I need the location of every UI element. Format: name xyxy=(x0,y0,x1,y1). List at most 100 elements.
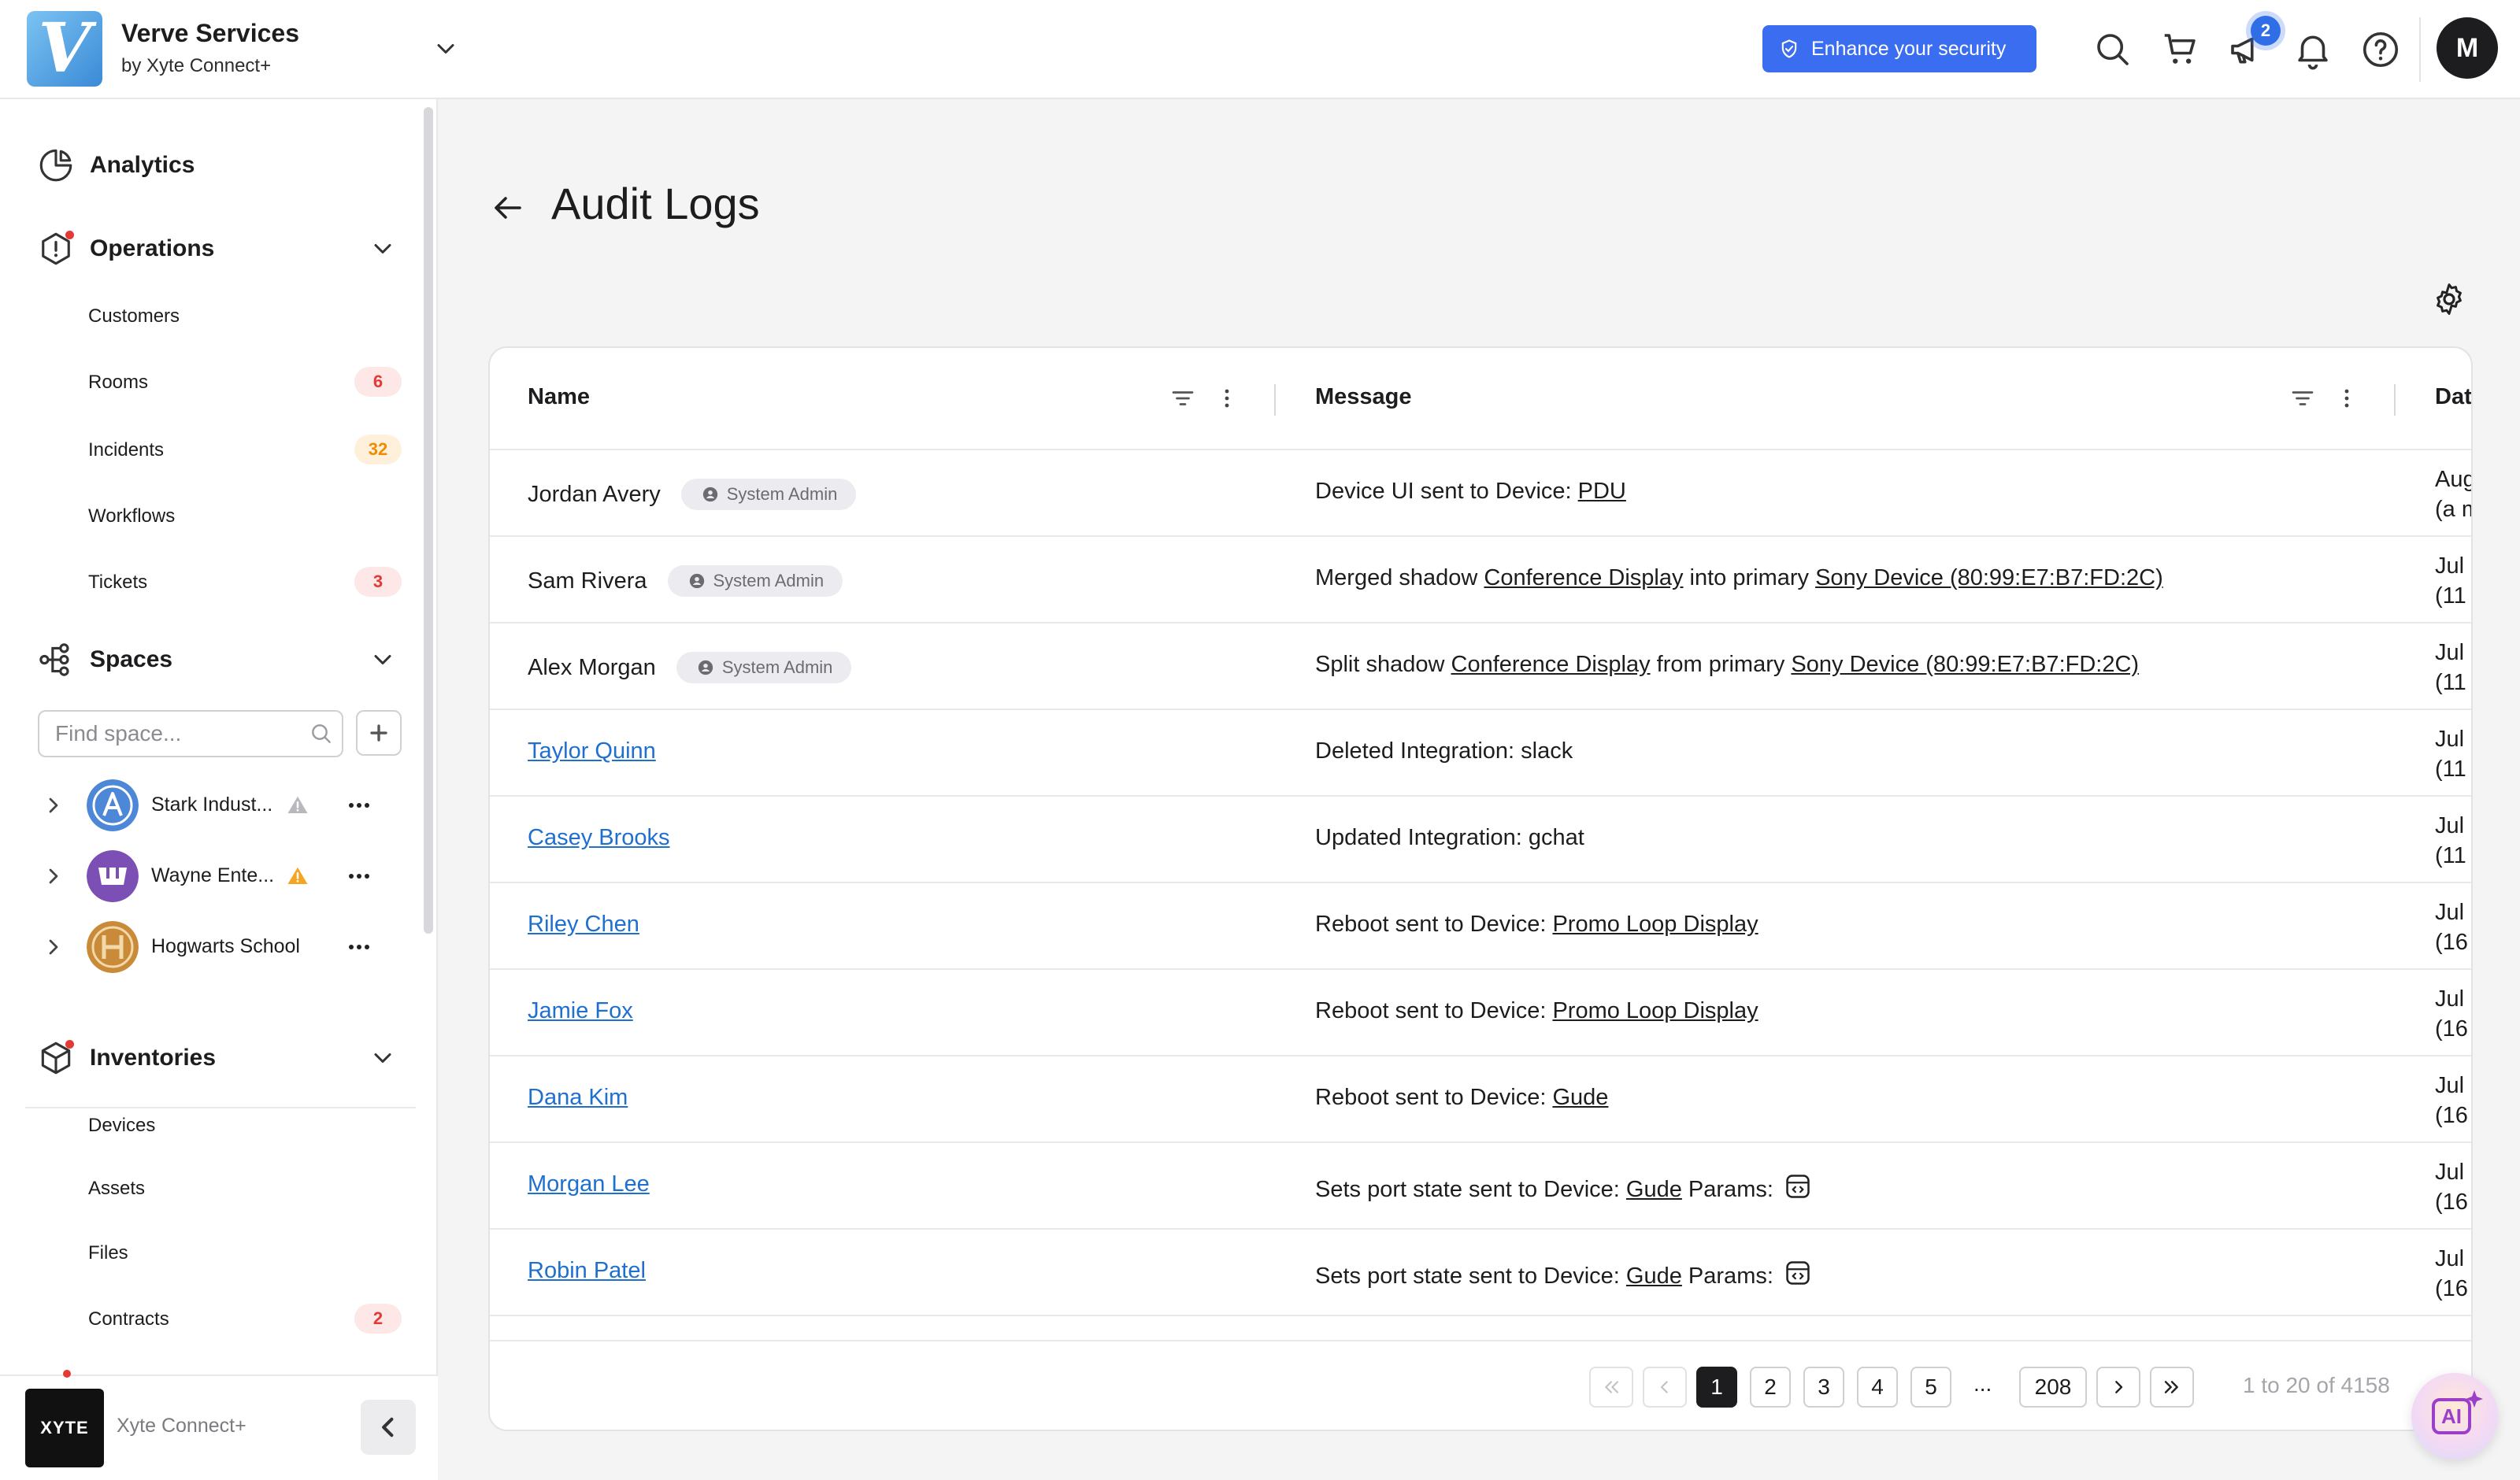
sidebar-item-analytics[interactable]: Analytics xyxy=(36,143,195,187)
bell-icon[interactable] xyxy=(2292,28,2334,71)
org-name[interactable]: Verve Services xyxy=(121,19,299,48)
more-options-icon[interactable] xyxy=(343,935,375,959)
page-button[interactable]: 3 xyxy=(1803,1367,1844,1408)
page-button[interactable]: 2 xyxy=(1750,1367,1791,1408)
expand-chevron-icon[interactable] xyxy=(41,934,66,960)
sidebar-section-spaces[interactable]: Spaces xyxy=(36,638,172,682)
last-page-number-button[interactable]: 208 xyxy=(2019,1367,2087,1408)
device-link[interactable]: Sony Device (80:99:E7:B7:FD:2C) xyxy=(1791,652,2139,678)
space-item[interactable]: Hogwarts School xyxy=(35,919,413,975)
table-row[interactable]: Alex Morgan System Admin Split shadow Conf… xyxy=(490,623,2471,710)
sidebar-item-rooms[interactable]: Rooms xyxy=(88,372,148,394)
ai-assistant-button[interactable]: AI xyxy=(2411,1373,2498,1460)
column-resize-handle[interactable] xyxy=(2394,384,2396,416)
more-options-icon[interactable] xyxy=(343,864,375,888)
column-resize-handle[interactable] xyxy=(1274,384,1276,416)
device-link[interactable]: Gude xyxy=(1552,1085,1608,1111)
page-button[interactable]: 5 xyxy=(1910,1367,1951,1408)
column-header-date[interactable]: Dat xyxy=(2435,384,2471,410)
collapse-sidebar-button[interactable] xyxy=(361,1400,416,1455)
back-arrow-icon[interactable] xyxy=(488,189,526,227)
column-header-message[interactable]: Message xyxy=(1315,384,1412,410)
sidebar-item-workflows[interactable]: Workflows xyxy=(88,505,175,527)
device-link[interactable]: Promo Loop Display xyxy=(1552,912,1758,938)
expand-chevron-icon[interactable] xyxy=(41,864,66,889)
enhance-security-button[interactable]: Enhance your security xyxy=(1762,25,2036,72)
previous-page-button[interactable] xyxy=(1643,1367,1687,1408)
spaces-chevron-icon[interactable] xyxy=(369,646,397,674)
device-link[interactable]: Sony Device (80:99:E7:B7:FD:2C) xyxy=(1815,565,2163,591)
device-link[interactable]: Promo Loop Display xyxy=(1552,998,1758,1024)
user-name-link[interactable]: Morgan Lee xyxy=(528,1171,650,1197)
add-space-button[interactable] xyxy=(356,710,402,756)
sidebar-item-files[interactable]: Files xyxy=(88,1242,128,1264)
column-menu-icon[interactable] xyxy=(1213,384,1241,413)
message-text: Deleted Integration: slack xyxy=(1315,738,1573,764)
operations-chevron-icon[interactable] xyxy=(369,235,397,263)
device-link[interactable]: Gude xyxy=(1626,1264,1682,1289)
device-link[interactable]: Conference Display xyxy=(1451,652,1651,678)
table-row[interactable]: Taylor Quinn Deleted Integration: slack Ju… xyxy=(490,710,2471,797)
find-space-input[interactable]: Find space... xyxy=(38,710,343,757)
column-header-name[interactable]: Name xyxy=(528,384,590,410)
filter-icon[interactable] xyxy=(1169,384,1197,413)
table-row[interactable]: Riley Chen Reboot sent to Device: Promo L… xyxy=(490,883,2471,970)
sidebar-item-incidents[interactable]: Incidents xyxy=(88,439,164,461)
message-cell: Sets port state sent to Device: Gude Par… xyxy=(1315,1171,1813,1208)
column-menu-icon[interactable] xyxy=(2333,384,2361,413)
table-row[interactable]: Jordan Avery System Admin Device UI sent t… xyxy=(490,450,2471,537)
role-badge: System Admin xyxy=(680,479,857,510)
date-value: Jul xyxy=(2435,813,2465,838)
space-name: Wayne Ente... xyxy=(151,864,275,886)
next-page-button[interactable] xyxy=(2096,1367,2140,1408)
sidebar-item-customers[interactable]: Customers xyxy=(88,305,180,327)
space-item[interactable]: Stark Indust... xyxy=(35,778,413,833)
message-text: Updated Integration: gchat xyxy=(1315,825,1584,850)
search-icon[interactable] xyxy=(2092,28,2134,71)
table-row[interactable]: Casey Brooks Updated Integration: gchat Ju… xyxy=(490,797,2471,883)
user-name-link[interactable]: Dana Kim xyxy=(528,1085,628,1111)
table-row[interactable]: Jamie Fox Reboot sent to Device: Promo Lo… xyxy=(490,970,2471,1056)
sidebar-section-operations[interactable]: Operations xyxy=(36,227,214,271)
table-row[interactable]: Sam Rivera System Admin Merged shadow Conf… xyxy=(490,537,2471,623)
params-code-icon[interactable] xyxy=(1773,1171,1813,1208)
table-row[interactable]: Morgan Lee Sets port state sent to Device… xyxy=(490,1143,2471,1230)
page-button[interactable]: 1 xyxy=(1696,1367,1737,1408)
device-link[interactable]: PDU xyxy=(1578,479,1626,505)
user-name-link[interactable]: Riley Chen xyxy=(528,912,639,938)
space-item[interactable]: Wayne Ente... xyxy=(35,849,413,904)
page-button[interactable]: 4 xyxy=(1857,1367,1898,1408)
gear-icon[interactable] xyxy=(2430,280,2468,318)
sidebar-item-devices[interactable]: Devices xyxy=(88,1115,155,1137)
table-row[interactable]: Dana Kim Reboot sent to Device: Gude Jul (1… xyxy=(490,1056,2471,1143)
user-name-link[interactable]: Casey Brooks xyxy=(528,825,670,851)
help-icon[interactable] xyxy=(2359,28,2402,71)
params-code-icon[interactable] xyxy=(1773,1258,1813,1294)
org-switcher-chevron-icon[interactable] xyxy=(432,35,460,63)
xyte-logo[interactable]: XYTE xyxy=(25,1389,104,1467)
org-logo[interactable]: V xyxy=(27,11,102,87)
cart-icon[interactable] xyxy=(2159,28,2202,71)
user-avatar[interactable]: M xyxy=(2437,17,2498,79)
table-row[interactable]: Robin Patel Sets port state sent to Devic… xyxy=(490,1230,2471,1316)
inventories-chevron-icon[interactable] xyxy=(369,1044,397,1072)
more-options-icon[interactable] xyxy=(343,794,375,817)
expand-chevron-icon[interactable] xyxy=(41,793,66,818)
sidebar-item-analytics-label: Analytics xyxy=(90,152,195,178)
device-link[interactable]: Gude xyxy=(1626,1177,1682,1203)
sidebar-item-tickets[interactable]: Tickets xyxy=(88,572,147,594)
device-link[interactable]: Conference Display xyxy=(1484,565,1683,591)
first-page-button[interactable] xyxy=(1589,1367,1633,1408)
user-name-link[interactable]: Taylor Quinn xyxy=(528,738,656,764)
sidebar-scrollbar[interactable] xyxy=(424,107,433,934)
inventories-icon xyxy=(36,1038,76,1078)
user-name-link[interactable]: Jamie Fox xyxy=(528,998,633,1024)
filter-icon[interactable] xyxy=(2288,384,2317,413)
sidebar-item-contracts[interactable]: Contracts xyxy=(88,1308,169,1330)
date-cell: Jul (16 xyxy=(2435,1244,2468,1304)
sidebar-item-assets[interactable]: Assets xyxy=(88,1178,145,1200)
sidebar-section-inventories[interactable]: Inventories xyxy=(36,1036,216,1080)
user-name-link[interactable]: Robin Patel xyxy=(528,1258,646,1284)
last-page-button[interactable] xyxy=(2150,1367,2194,1408)
message-text: Params: xyxy=(1681,1176,1773,1202)
